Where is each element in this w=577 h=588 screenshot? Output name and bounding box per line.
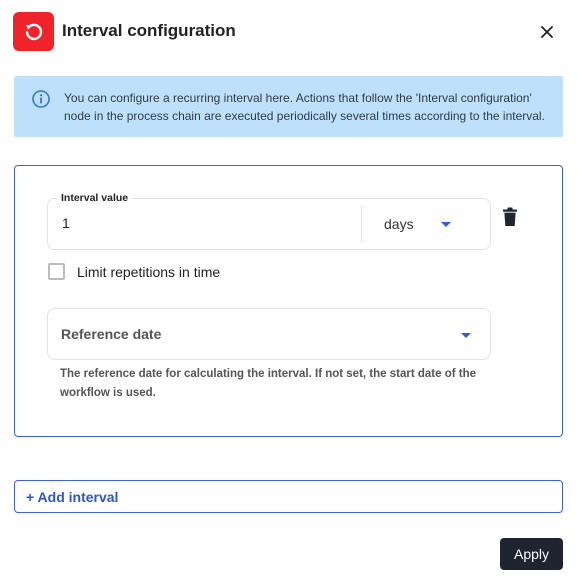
chevron-down-icon[interactable] bbox=[461, 333, 471, 338]
dialog-title: Interval configuration bbox=[62, 21, 236, 40]
trash-icon[interactable] bbox=[502, 207, 518, 227]
unit-divider bbox=[361, 205, 362, 243]
close-icon bbox=[541, 26, 553, 38]
apply-button[interactable]: Apply bbox=[500, 538, 563, 570]
reset-icon bbox=[13, 12, 54, 51]
add-interval-button[interactable]: + Add interval bbox=[14, 480, 563, 513]
interval-card: Interval value 1 days Limit repetitions … bbox=[14, 165, 563, 437]
info-text: You can configure a recurring interval h… bbox=[64, 91, 545, 123]
info-banner: You can configure a recurring interval h… bbox=[14, 76, 563, 137]
reference-date-hint: The reference date for calculating the i… bbox=[60, 368, 477, 399]
reference-date-select[interactable]: Reference date bbox=[47, 308, 491, 360]
interval-value-label: Interval value bbox=[57, 192, 133, 204]
interval-configuration-dialog: Interval configuration You can configure… bbox=[0, 0, 577, 588]
interval-value-input[interactable]: 1 bbox=[62, 215, 70, 231]
limit-repetitions-label: Limit repetitions in time bbox=[77, 264, 221, 280]
close-button[interactable] bbox=[536, 21, 558, 43]
limit-repetitions-checkbox[interactable] bbox=[48, 263, 65, 280]
chevron-down-icon[interactable] bbox=[441, 222, 451, 227]
interval-unit-select[interactable]: days bbox=[384, 216, 414, 232]
info-icon bbox=[32, 90, 50, 108]
interval-value-field: Interval value 1 days bbox=[47, 192, 491, 250]
add-interval-label: + Add interval bbox=[26, 489, 119, 505]
reference-date-placeholder: Reference date bbox=[61, 326, 162, 342]
